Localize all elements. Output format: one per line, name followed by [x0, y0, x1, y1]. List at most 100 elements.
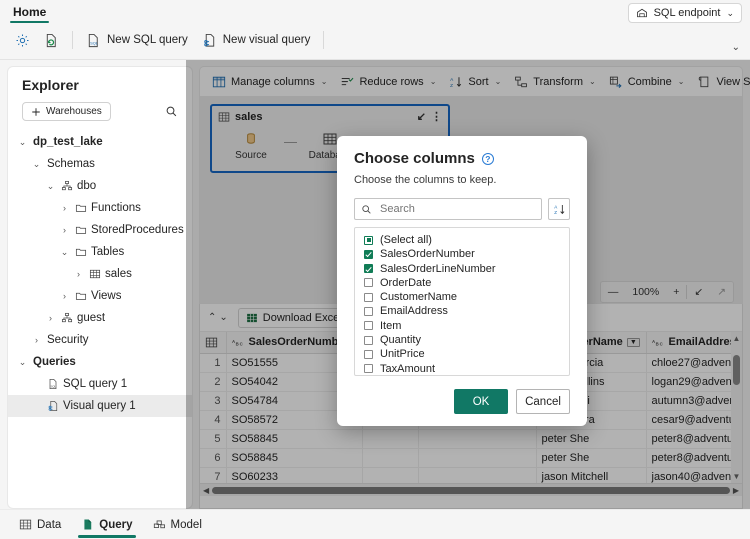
chevron-right-icon[interactable]: › [30, 335, 43, 345]
tree-item-schemas[interactable]: ⌄ Schemas [8, 153, 192, 175]
chevron-right-icon[interactable]: › [58, 291, 71, 301]
chevron-right-icon[interactable]: › [72, 269, 85, 279]
gear-icon [15, 33, 30, 48]
bottom-tab-data[interactable]: Data [16, 513, 64, 537]
chevron-right-icon[interactable]: › [44, 313, 57, 323]
tree-item-label: SQL query 1 [63, 378, 128, 390]
checkbox[interactable] [364, 321, 373, 331]
ok-button[interactable]: OK [454, 389, 508, 414]
tree-item-queries[interactable]: ⌄ Queries [8, 351, 192, 373]
column-option-orderdate[interactable]: OrderDate [355, 276, 569, 290]
chevron-down-icon[interactable]: ⌄ [44, 181, 57, 192]
sql-endpoint-selector[interactable]: SQL endpoint ⌄ [627, 3, 742, 23]
checkbox[interactable] [364, 349, 373, 359]
column-option-label: EmailAddress [380, 305, 448, 318]
svg-text:SQL: SQL [50, 384, 56, 388]
column-option-emailaddress[interactable]: EmailAddress [355, 304, 569, 318]
sql-file-icon: SQL [86, 33, 101, 48]
folder-icon [75, 290, 87, 302]
svg-text:A: A [554, 204, 558, 209]
column-option-taxamount[interactable]: TaxAmount [355, 362, 569, 375]
column-option-customername[interactable]: CustomerName [355, 290, 569, 304]
tree-item-dbo[interactable]: ⌄ dbo [8, 175, 192, 197]
cancel-button[interactable]: Cancel [516, 389, 570, 414]
checkbox[interactable] [364, 278, 373, 288]
tree-item-security[interactable]: › Security [8, 329, 192, 351]
column-option-label: Item [380, 319, 402, 332]
checkbox[interactable] [364, 335, 373, 345]
column-option-label: (Select all) [380, 234, 432, 246]
tree-item-visual-query-1[interactable]: Visual query 1 [8, 395, 192, 417]
ribbon-expand-chevron-icon[interactable]: ⌄ [732, 42, 740, 53]
search-icon [361, 204, 372, 215]
column-option-salesorderlinenumber[interactable]: SalesOrderLineNumber [355, 262, 569, 276]
sort-az-button[interactable]: AZ [548, 198, 570, 220]
checkbox[interactable] [364, 306, 373, 316]
column-option-unitprice[interactable]: UnitPrice [355, 347, 569, 361]
column-option-quantity[interactable]: Quantity [355, 333, 569, 347]
tab-home[interactable]: Home [10, 4, 50, 23]
chevron-down-icon[interactable]: ⌄ [58, 247, 71, 258]
tree-item-sql-query-1[interactable]: SQL SQL query 1 [8, 373, 192, 395]
refresh-button[interactable] [37, 29, 66, 52]
column-option-salesordernumber[interactable]: SalesOrderNumber [355, 247, 569, 261]
ribbon-divider-2 [323, 31, 325, 49]
chevron-down-icon: ⌄ [726, 7, 734, 18]
tree-item-label: guest [77, 312, 106, 324]
chevron-right-icon[interactable]: › [58, 225, 71, 235]
schema-icon [61, 180, 73, 192]
chevron-right-icon[interactable]: › [58, 203, 71, 213]
checkbox[interactable] [364, 292, 373, 302]
new-visual-query-button[interactable]: New visual query [195, 29, 318, 52]
search-input[interactable] [378, 202, 535, 216]
folder-icon [75, 202, 87, 214]
svg-text:Z: Z [554, 210, 557, 215]
tree-item-guest[interactable]: › guest [8, 307, 192, 329]
chevron-down-icon[interactable]: ⌄ [30, 159, 43, 170]
bottom-tab-query[interactable]: Query [78, 513, 136, 538]
model-icon [153, 518, 166, 531]
explorer-panel: Explorer Warehouses ⌄ dp_test_lake ⌄ Schema… [7, 66, 193, 509]
column-search-box[interactable] [354, 198, 542, 220]
tree-item-views[interactable]: › Views [8, 285, 192, 307]
column-option-label: SalesOrderLineNumber [380, 262, 496, 275]
tree-item-label: Visual query 1 [63, 400, 136, 412]
column-option-item[interactable]: Item [355, 319, 569, 333]
tree-item-label: StoredProcedures [91, 224, 184, 236]
settings-button[interactable] [8, 29, 37, 52]
help-circle-icon[interactable]: ? [481, 152, 494, 165]
column-option-label: Quantity [380, 334, 421, 347]
dialog-actions: OK Cancel [354, 389, 570, 414]
tree-item-label: sales [105, 268, 132, 280]
svg-text:SQL: SQL [90, 40, 99, 45]
checkbox[interactable] [364, 364, 373, 374]
dialog-title: Choose columns [354, 150, 475, 167]
bottom-tab-model[interactable]: Model [150, 513, 205, 537]
table-icon [89, 268, 101, 280]
tree-item-label: Functions [91, 202, 141, 214]
tree-item-tables[interactable]: ⌄ Tables [8, 241, 192, 263]
grid-icon [19, 518, 32, 531]
column-option--select-all-[interactable]: (Select all) [355, 233, 569, 247]
folder-icon [75, 246, 87, 258]
new-sql-query-button[interactable]: SQL New SQL query [79, 29, 195, 52]
refresh-file-icon [44, 33, 59, 48]
checkbox[interactable] [364, 235, 373, 245]
chevron-down-icon[interactable]: ⌄ [16, 357, 29, 368]
tree-item-sales[interactable]: › sales [8, 263, 192, 285]
tree-item-dp-test-lake[interactable]: ⌄ dp_test_lake [8, 131, 192, 153]
bottom-tab-label: Data [37, 518, 62, 531]
tree-item-functions[interactable]: › Functions [8, 197, 192, 219]
checkbox[interactable] [364, 249, 373, 259]
sql-endpoint-label: SQL endpoint [653, 7, 721, 19]
warehouses-label: Warehouses [46, 106, 102, 117]
search-icon[interactable] [165, 105, 178, 118]
tree-item-storedprocedures[interactable]: › StoredProcedures [8, 219, 192, 241]
checkbox[interactable] [364, 264, 373, 274]
column-option-label: CustomerName [380, 291, 458, 304]
add-warehouses-button[interactable]: Warehouses [22, 102, 111, 121]
tree-item-label: Views [91, 290, 122, 302]
chevron-down-icon[interactable]: ⌄ [16, 137, 29, 148]
column-checkbox-list[interactable]: (Select all) SalesOrderNumber SalesOrderLi… [354, 227, 570, 376]
ribbon-divider-1 [72, 31, 73, 49]
